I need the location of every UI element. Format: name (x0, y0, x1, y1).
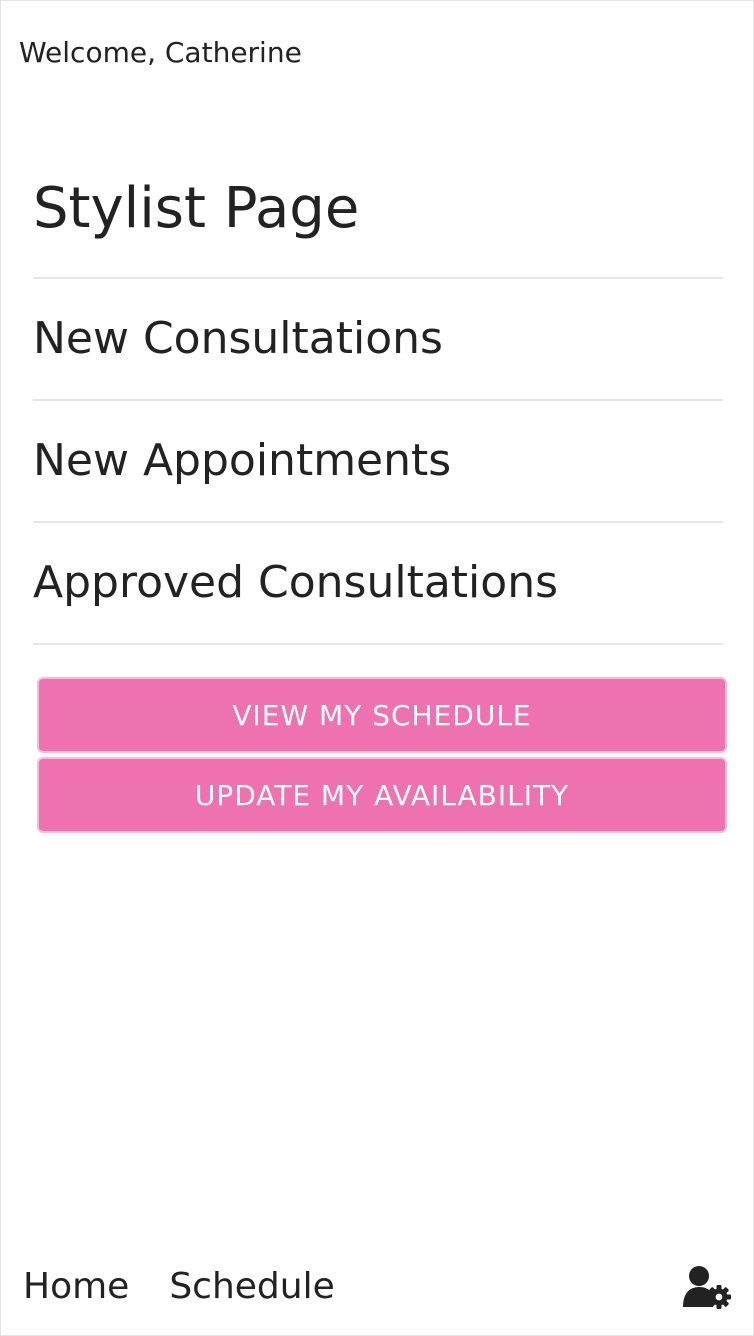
section-approved-consultations[interactable]: Approved Consultations (33, 523, 723, 645)
nav-home-link[interactable]: Home (23, 1263, 129, 1311)
bottom-nav: Home Schedule (23, 1257, 735, 1317)
nav-links: Home Schedule (23, 1263, 335, 1311)
nav-schedule-link[interactable]: Schedule (169, 1263, 334, 1311)
section-label: New Appointments (33, 435, 452, 486)
user-settings-button[interactable] (681, 1262, 735, 1312)
section-list: New Consultations New Appointments Appro… (33, 277, 723, 645)
welcome-message: Welcome, Catherine (19, 36, 302, 69)
section-label: Approved Consultations (33, 557, 559, 608)
section-new-appointments[interactable]: New Appointments (33, 401, 723, 523)
app-frame: Welcome, Catherine Stylist Page New Cons… (0, 0, 754, 1336)
section-label: New Consultations (33, 313, 443, 364)
update-availability-button[interactable]: UPDATE MY AVAILABILITY (37, 757, 727, 833)
user-gear-icon (683, 1266, 731, 1309)
page-title: Stylist Page (33, 176, 360, 241)
section-new-consultations[interactable]: New Consultations (33, 279, 723, 401)
view-schedule-button[interactable]: VIEW MY SCHEDULE (37, 677, 727, 753)
action-buttons: VIEW MY SCHEDULE UPDATE MY AVAILABILITY (37, 677, 727, 837)
